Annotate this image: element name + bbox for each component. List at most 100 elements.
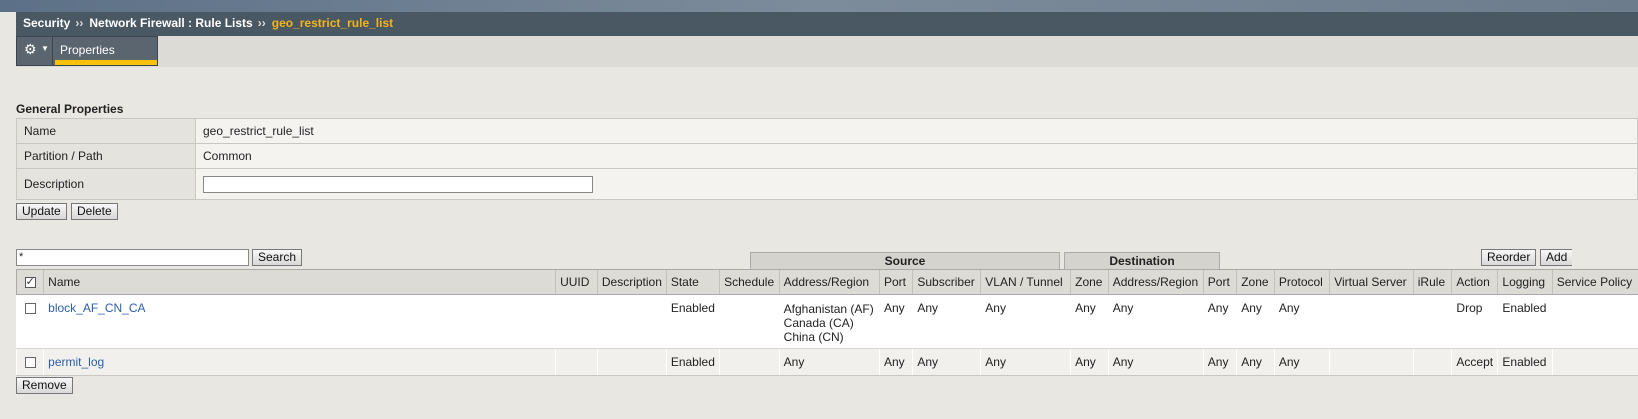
col-service-policy[interactable]: Service Policy <box>1551 269 1638 295</box>
col-source-zone[interactable]: Zone <box>1070 269 1109 295</box>
select-all-cell <box>15 269 44 295</box>
col-logging[interactable]: Logging <box>1497 269 1553 295</box>
table-row: permit_log Enabled Any Any Any Any Any A… <box>15 348 1638 376</box>
col-destination-zone[interactable]: Zone <box>1236 269 1275 295</box>
col-virtual-server[interactable]: Virtual Server <box>1329 269 1414 295</box>
tab-properties[interactable]: Properties <box>53 36 158 66</box>
rule-irule <box>1412 294 1452 349</box>
col-description[interactable]: Description <box>596 269 667 295</box>
rule-source-address: Afghanistan (AF) Canada (CA) China (CN) <box>778 294 880 349</box>
row-checkbox[interactable] <box>24 357 36 369</box>
rule-vlan-tunnel: Any <box>980 348 1071 376</box>
col-source-address[interactable]: Address/Region <box>778 269 880 295</box>
rule-service-policy <box>1551 348 1638 376</box>
rule-destination-port: Any <box>1202 294 1237 349</box>
table-header-row: Name UUID Description State Schedule Add… <box>15 269 1638 295</box>
source-address-item: China (CN) <box>783 330 844 344</box>
rules-table: Name UUID Description State Schedule Add… <box>15 269 1638 376</box>
delete-button[interactable]: Delete <box>71 203 118 220</box>
rule-irule <box>1412 348 1452 376</box>
rule-virtual-server <box>1329 294 1414 349</box>
breadcrumb-current: geo_restrict_rule_list <box>271 16 394 30</box>
chevron-down-icon: ▼ <box>41 44 49 53</box>
rule-subscriber: Any <box>912 294 981 349</box>
col-protocol[interactable]: Protocol <box>1273 269 1330 295</box>
general-properties-table: Name geo_restrict_rule_list Partition / … <box>16 118 1638 200</box>
search-input[interactable]: * <box>16 249 249 266</box>
search-button[interactable]: Search <box>252 249 303 266</box>
col-irule[interactable]: iRule <box>1412 269 1452 295</box>
rule-source-zone: Any <box>1070 348 1109 376</box>
partition-value: Common <box>195 143 1638 169</box>
col-uuid[interactable]: UUID <box>555 269 598 295</box>
rule-name-link[interactable]: permit_log <box>48 355 104 369</box>
source-address-item: Canada (CA) <box>783 316 854 330</box>
destination-group-header: Destination <box>1064 252 1220 269</box>
source-address-item: Afghanistan (AF) <box>783 302 874 316</box>
rule-virtual-server <box>1329 348 1414 376</box>
col-name[interactable]: Name <box>43 269 556 295</box>
rule-name-cell: block_AF_CN_CA <box>43 294 556 349</box>
description-label: Description <box>16 168 196 200</box>
col-subscriber[interactable]: Subscriber <box>912 269 981 295</box>
reorder-button[interactable]: Reorder <box>1481 249 1537 266</box>
rule-logging: Enabled <box>1497 294 1553 349</box>
rule-description <box>596 294 667 349</box>
rule-destination-zone: Any <box>1236 294 1275 349</box>
breadcrumb-security[interactable]: Security <box>23 16 70 30</box>
name-value: geo_restrict_rule_list <box>195 118 1638 144</box>
gear-icon: ⚙ <box>24 41 37 57</box>
col-destination-address[interactable]: Address/Region <box>1107 269 1204 295</box>
rule-source-address: Any <box>778 348 880 376</box>
active-tab-indicator <box>55 60 157 65</box>
col-destination-port[interactable]: Port <box>1202 269 1237 295</box>
tab-bar: ⚙ ▼ Properties <box>16 36 1638 67</box>
tab-properties-label: Properties <box>60 43 115 57</box>
row-select-cell <box>15 294 44 349</box>
rule-action: Accept <box>1451 348 1498 376</box>
col-source-port[interactable]: Port <box>878 269 913 295</box>
rule-destination-port: Any <box>1202 348 1237 376</box>
select-all-checkbox[interactable] <box>24 275 36 289</box>
partition-label: Partition / Path <box>16 143 196 169</box>
rule-logging: Enabled <box>1497 348 1553 376</box>
rule-service-policy <box>1551 294 1638 349</box>
row-select-cell <box>15 348 44 376</box>
breadcrumb-rule-lists[interactable]: Network Firewall : Rule Lists <box>89 16 252 30</box>
general-properties-title: General Properties <box>16 102 124 116</box>
col-state[interactable]: State <box>665 269 720 295</box>
rule-schedule <box>719 294 780 349</box>
rule-destination-zone: Any <box>1236 348 1275 376</box>
breadcrumb: Security ›› Network Firewall : Rule Lists ›… <box>16 12 1638 36</box>
gear-menu-button[interactable]: ⚙ ▼ <box>16 36 53 66</box>
update-button[interactable]: Update <box>16 203 67 220</box>
rule-name-cell: permit_log <box>43 348 556 376</box>
top-banner <box>0 0 1638 12</box>
rule-source-zone: Any <box>1070 294 1109 349</box>
description-input[interactable] <box>203 175 593 193</box>
rule-source-port: Any <box>878 294 913 349</box>
rule-uuid <box>555 294 598 349</box>
col-action[interactable]: Action <box>1451 269 1498 295</box>
breadcrumb-separator: ›› <box>75 16 84 30</box>
rule-vlan-tunnel: Any <box>980 294 1071 349</box>
rule-name-link[interactable]: block_AF_CN_CA <box>48 301 145 315</box>
rule-uuid <box>555 348 598 376</box>
col-schedule[interactable]: Schedule <box>719 269 780 295</box>
name-label: Name <box>16 118 196 144</box>
rule-schedule <box>719 348 780 376</box>
remove-button[interactable]: Remove <box>16 377 73 394</box>
row-checkbox[interactable] <box>24 303 36 315</box>
add-button[interactable]: Add <box>1540 249 1573 266</box>
rule-destination-address: Any <box>1107 294 1204 349</box>
rule-subscriber: Any <box>912 348 981 376</box>
rule-source-port: Any <box>878 348 913 376</box>
table-row: block_AF_CN_CA Enabled Afghanistan (AF) … <box>15 294 1638 349</box>
rule-description <box>596 348 667 376</box>
rule-destination-address: Any <box>1107 348 1204 376</box>
rule-state: Enabled <box>665 294 720 349</box>
col-vlan-tunnel[interactable]: VLAN / Tunnel <box>980 269 1071 295</box>
rule-state: Enabled <box>665 348 720 376</box>
description-cell <box>195 168 1638 200</box>
rule-action: Drop <box>1451 294 1498 349</box>
